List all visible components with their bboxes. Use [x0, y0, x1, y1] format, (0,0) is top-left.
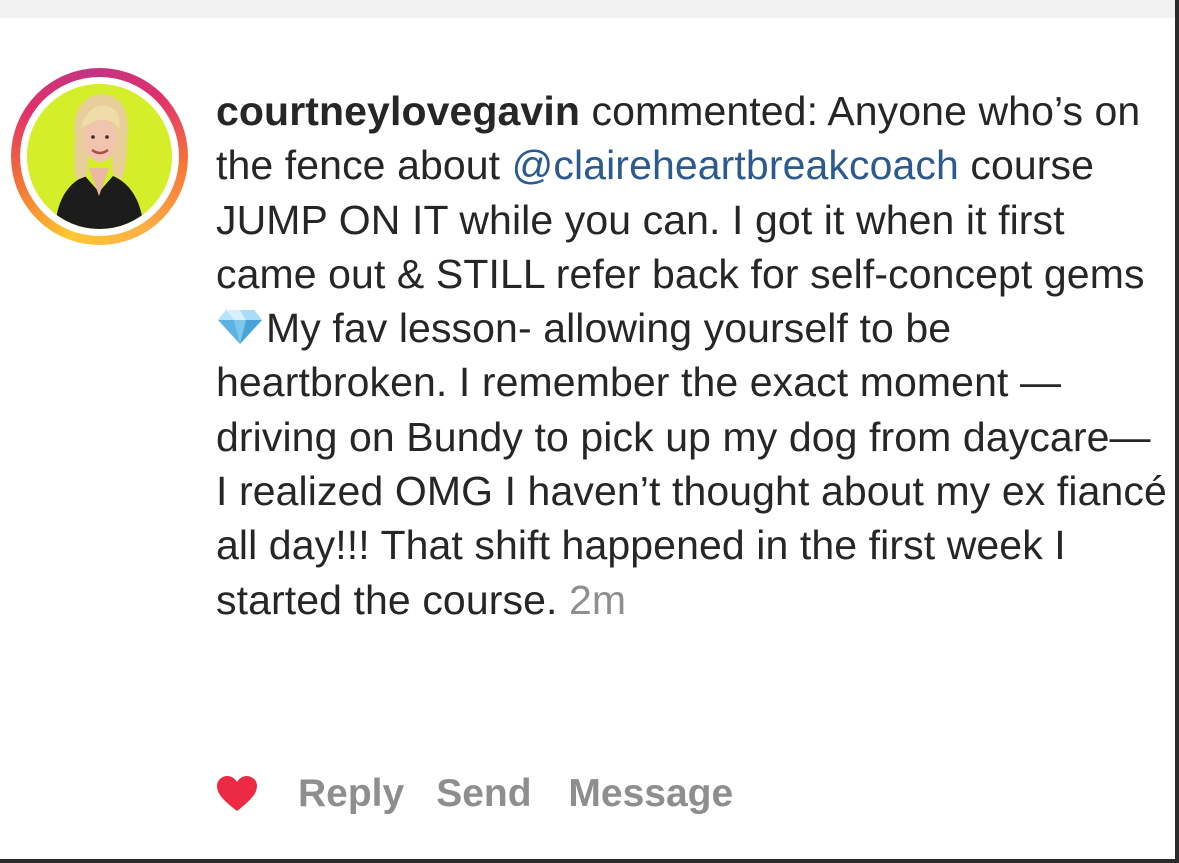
comment-username[interactable]: courtneylovegavin: [216, 88, 580, 134]
comment-timestamp: 2m: [568, 576, 627, 623]
comment-body-part-3: My fav lesson- allowing yourself to be h…: [216, 305, 1167, 623]
avatar[interactable]: [27, 84, 172, 229]
gem-icon: [218, 310, 262, 345]
avatar-portrait: [27, 84, 172, 229]
right-edge: [1175, 0, 1179, 863]
story-ring[interactable]: [11, 68, 188, 245]
mention-link[interactable]: @claireheartbreakcoach: [512, 142, 959, 188]
bottom-edge: [0, 859, 1179, 863]
comment-notification: courtneylovegavin commented: Anyone who’…: [0, 0, 1179, 863]
reply-button[interactable]: Reply: [298, 772, 404, 816]
send-message-button[interactable]: Send Message: [436, 772, 733, 816]
message-label: Message: [568, 772, 734, 815]
comment-actions: Reply Send Message: [216, 770, 765, 818]
top-edge: [0, 0, 1179, 18]
comment-text: courtneylovegavin commented: Anyone who’…: [216, 84, 1168, 627]
heart-icon[interactable]: [216, 775, 258, 813]
comment-verb: commented:: [579, 88, 828, 134]
send-label: Send: [436, 772, 532, 815]
